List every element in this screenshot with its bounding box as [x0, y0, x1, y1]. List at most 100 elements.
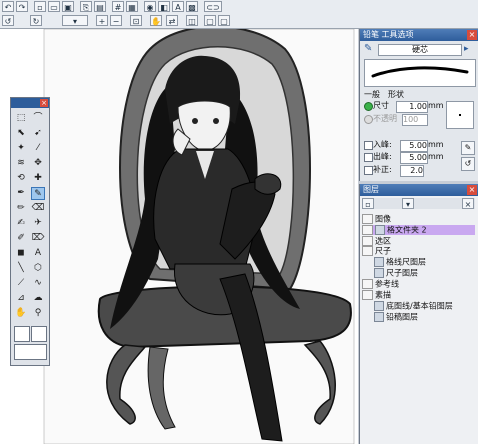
pen-tool-icon[interactable]: ✒ — [14, 187, 28, 200]
layer-panel-titlebar[interactable]: 图层 × — [360, 184, 478, 196]
rotate-tool-icon[interactable]: ⟲ — [14, 172, 28, 185]
visibility-icon[interactable] — [362, 225, 373, 235]
new-layer-icon[interactable]: ▫ — [362, 198, 374, 209]
zoom-tool-icon[interactable]: ⚲ — [31, 307, 45, 320]
tool-options-close-icon[interactable]: × — [467, 30, 477, 40]
pressure-icon[interactable]: ✎ — [461, 141, 475, 155]
visibility-icon[interactable] — [362, 246, 373, 256]
delete-layer-icon[interactable]: × — [462, 198, 474, 209]
brush-name-field[interactable]: 硬芯 — [378, 44, 462, 56]
text-icon[interactable]: A — [172, 1, 184, 12]
grid-icon[interactable]: # — [112, 1, 124, 12]
visibility-icon[interactable] — [362, 214, 373, 224]
window-icon[interactable]: ▢ — [204, 15, 216, 26]
balloon-tool-icon[interactable]: ☁ — [31, 292, 45, 305]
window2-icon[interactable]: ▢ — [218, 15, 230, 26]
eyedropper-icon[interactable]: ⁄ — [31, 142, 45, 155]
tool-palette-titlebar[interactable]: × — [11, 98, 49, 108]
paste-icon[interactable]: ▤ — [94, 1, 106, 12]
correct-checkbox[interactable] — [364, 166, 373, 175]
view-icon[interactable]: ◫ — [186, 15, 198, 26]
shape-tool-icon[interactable]: ⬡ — [31, 262, 45, 275]
layer-row[interactable]: 底图线/基本铅图层 — [362, 301, 475, 311]
hand-tool-icon[interactable]: ✋ — [14, 307, 28, 320]
visibility-icon[interactable] — [362, 290, 373, 300]
canvas[interactable] — [0, 29, 358, 444]
zoom-in-icon[interactable]: + — [96, 15, 108, 26]
reset-icon[interactable]: ↺ — [461, 157, 475, 171]
lasso-tool-icon[interactable]: ⌒ — [31, 112, 45, 125]
layer-row[interactable]: 素描 — [362, 290, 475, 300]
select-tool-icon[interactable]: ⬚ — [14, 112, 28, 125]
airbrush-tool-icon[interactable]: ✈ — [31, 217, 45, 230]
open-file-icon[interactable]: ▭ — [48, 1, 60, 12]
eraser-tool-icon[interactable]: ⌫ — [31, 202, 45, 215]
zoom-out-icon[interactable]: − — [110, 15, 122, 26]
visibility-icon[interactable] — [362, 279, 373, 289]
line-tool-icon[interactable]: ╲ — [14, 262, 28, 275]
exit-checkbox[interactable] — [364, 153, 373, 162]
magic-wand-icon[interactable]: ✦ — [14, 142, 28, 155]
palette-icon[interactable]: ◉ — [144, 1, 156, 12]
new-file-icon[interactable]: ▫ — [34, 1, 46, 12]
layer-move-icon[interactable]: ≋ — [14, 157, 28, 170]
exit-input[interactable]: 5.00 — [400, 152, 428, 164]
redo-icon[interactable]: ↷ — [16, 1, 28, 12]
layer-icon — [374, 312, 384, 322]
entry-input[interactable]: 5.00 — [400, 140, 428, 152]
opacity-radio[interactable] — [364, 115, 373, 124]
layer-row[interactable]: 尺子图层 — [362, 268, 475, 278]
layer-row[interactable]: 格线尺图层 — [362, 257, 475, 267]
save-icon[interactable]: ▣ — [62, 1, 74, 12]
entry-checkbox[interactable] — [364, 141, 373, 150]
main-color-swatch[interactable] — [14, 326, 30, 342]
zoom-select[interactable]: ▾ — [62, 15, 88, 26]
pencil-tool-icon[interactable]: ✎ — [31, 187, 45, 200]
transform-icon[interactable]: ✥ — [31, 157, 45, 170]
layer-row[interactable]: 铅稿图层 — [362, 312, 475, 322]
text-tool-icon[interactable]: A — [31, 247, 45, 260]
layer-icon[interactable]: ◧ — [158, 1, 170, 12]
layer-row[interactable]: 图像 — [362, 214, 475, 224]
size-unit: mm — [428, 101, 444, 110]
tone-icon[interactable]: ▩ — [186, 1, 198, 12]
layer-row[interactable]: 参考线 — [362, 279, 475, 289]
color-mode-box[interactable] — [14, 344, 47, 360]
layer-row-selected[interactable]: 格文件夹 2 — [362, 225, 475, 235]
tone-eraser-icon[interactable]: ⌦ — [31, 232, 45, 245]
tool-options-titlebar[interactable]: 铅笔 工具选项 × — [360, 29, 478, 41]
rotate-icon[interactable]: ↻ — [30, 15, 42, 26]
visibility-icon[interactable] — [362, 236, 373, 246]
size-radio[interactable] — [364, 102, 373, 111]
frame-tool-icon[interactable]: ⊿ — [14, 292, 28, 305]
brush-tool-icon[interactable]: ✍ — [14, 217, 28, 230]
layer-row[interactable]: 选区 — [362, 236, 475, 246]
layer-panel-close-icon[interactable]: × — [467, 185, 477, 195]
rotate-left-icon[interactable]: ↺ — [2, 15, 14, 26]
ruler-icon[interactable]: ▦ — [126, 1, 138, 12]
curve-tool-icon[interactable]: ∿ — [31, 277, 45, 290]
correct-input[interactable]: 2.0 — [400, 165, 424, 177]
ruler-tool-icon[interactable]: ⟋ — [14, 277, 28, 290]
marker-tool-icon[interactable]: ✏ — [14, 202, 28, 215]
layer-row[interactable]: 尺子 — [362, 246, 475, 256]
fit-icon[interactable]: ⊡ — [130, 15, 142, 26]
sticker-icon[interactable]: ✚ — [31, 172, 45, 185]
sub-color-swatch[interactable] — [31, 326, 47, 342]
link-icon[interactable]: ⊂⊃ — [204, 1, 222, 12]
brush-menu-icon[interactable]: ▸ — [464, 44, 474, 54]
pointer-tool-icon[interactable]: ➹ — [31, 127, 45, 140]
tool-palette-close-icon[interactable]: × — [40, 99, 48, 107]
tab-general[interactable]: 一般 — [364, 90, 380, 100]
undo-icon[interactable]: ↶ — [2, 1, 14, 12]
opacity-input[interactable]: 100 — [402, 114, 428, 126]
tab-shape[interactable]: 形状 — [388, 90, 404, 100]
move-tool-icon[interactable]: ⬉ — [14, 127, 28, 140]
flip-icon[interactable]: ⇄ — [166, 15, 178, 26]
copy-icon[interactable]: ⎘ — [80, 1, 92, 12]
hand-icon[interactable]: ✋ — [150, 15, 162, 26]
fill-tool-icon[interactable]: ◼ — [14, 247, 28, 260]
size-input[interactable]: 1.00 — [396, 101, 428, 113]
pattern-brush-icon[interactable]: ✐ — [14, 232, 28, 245]
layer-mode-icon[interactable]: ▾ — [402, 198, 414, 209]
